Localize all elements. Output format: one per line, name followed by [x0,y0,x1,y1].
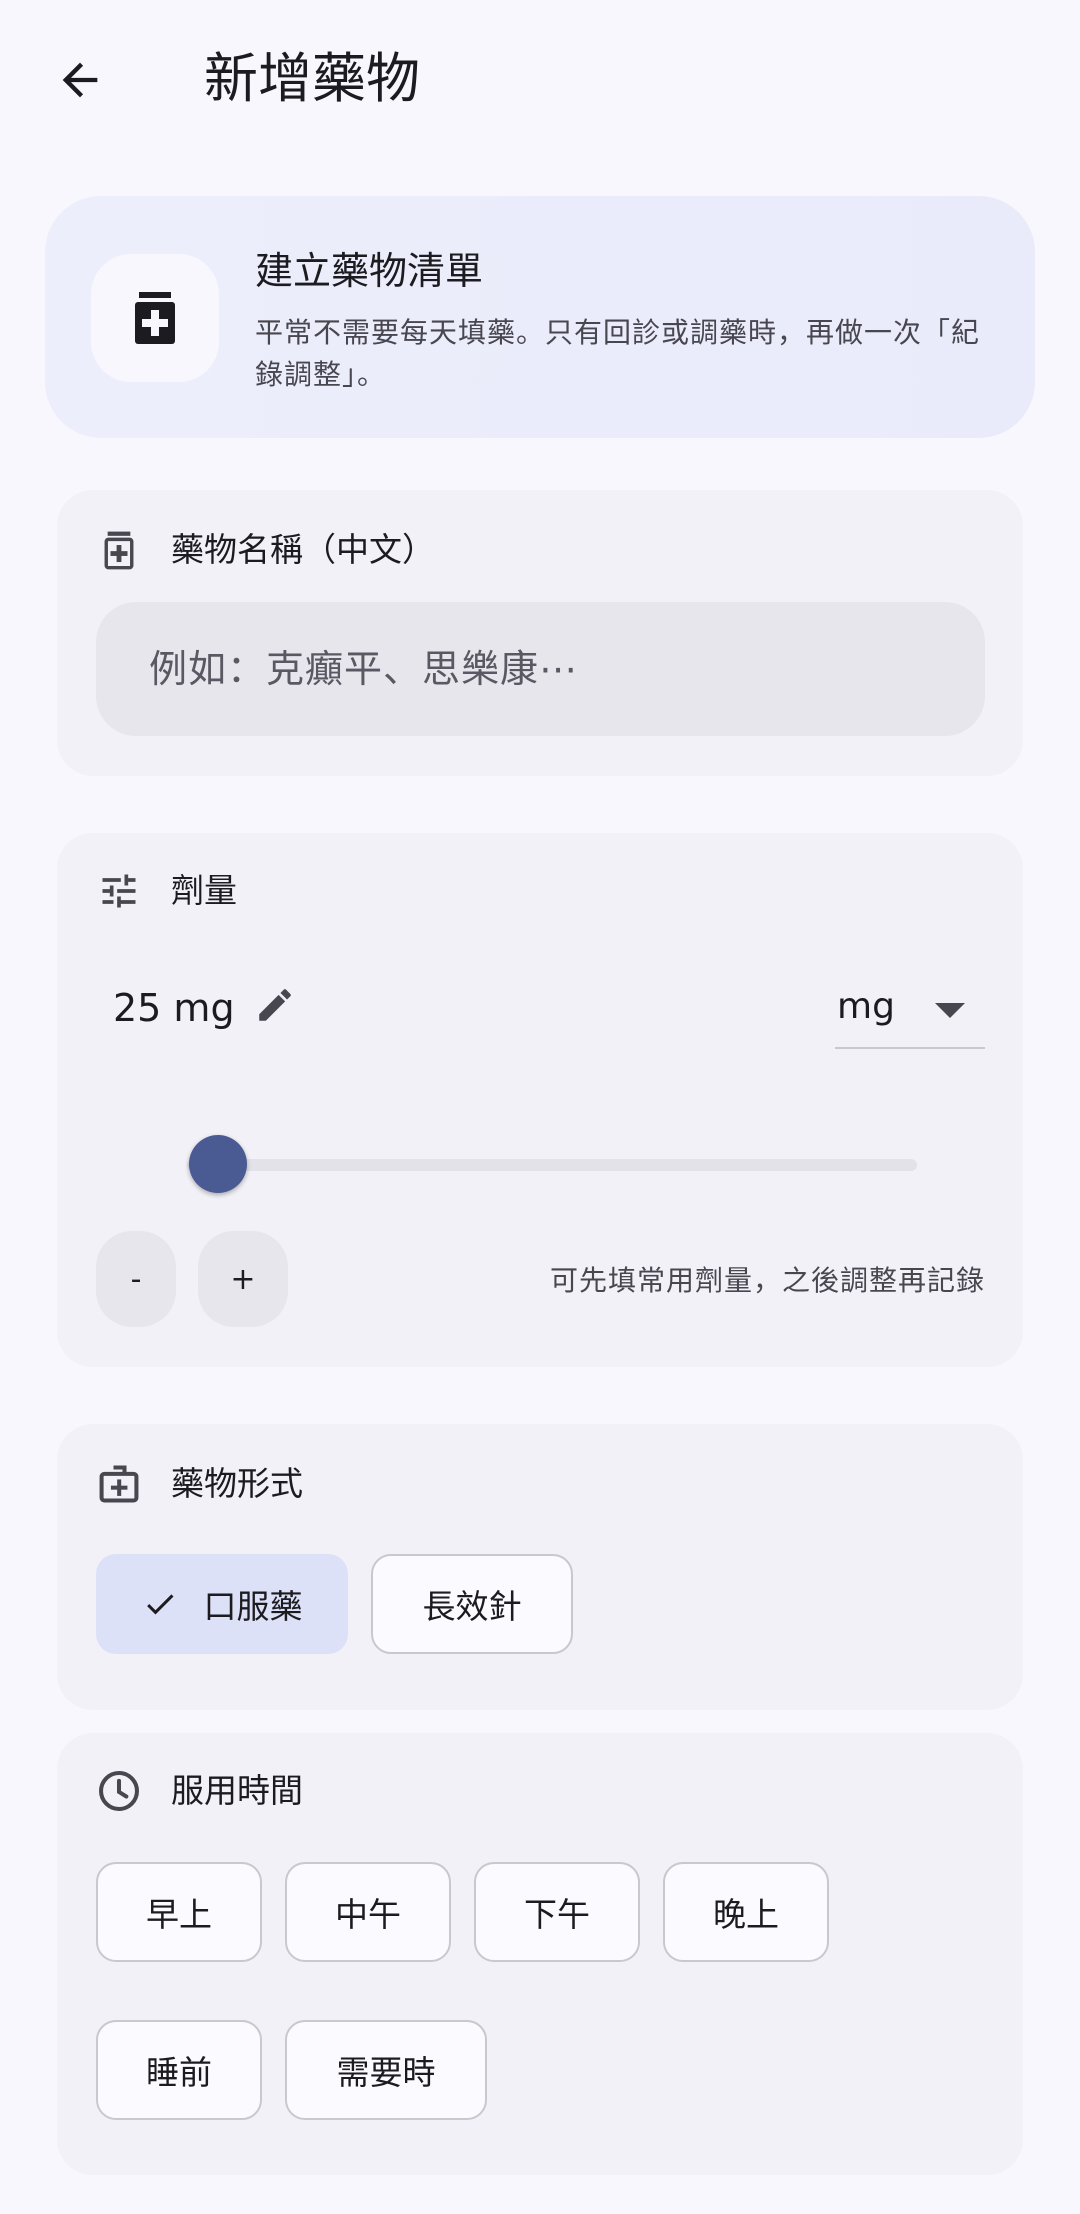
medication-icon [97,528,141,572]
chip-label: 需要時 [336,2053,436,2092]
intro-icon-container [91,254,219,382]
time-option-morning[interactable]: 早上 [96,1862,262,1962]
dosing-time-label: 服用時間 [171,1771,303,1810]
medication-name-input[interactable] [96,602,985,736]
intro-title: 建立藥物清單 [255,249,484,293]
form-option-oral[interactable]: 口服藥 [96,1554,348,1654]
dose-value: 25 mg [113,986,235,1030]
intro-description: 平常不需要每天填藥。只有回診或調藥時，再做一次「紀錄調整」。 [255,316,981,391]
chip-label: 中午 [335,1895,401,1934]
time-option-evening[interactable]: 晚上 [663,1862,829,1962]
chip-label: 下午 [524,1895,590,1934]
chip-label: 長效針 [422,1587,522,1626]
medical-bag-icon [97,1462,141,1506]
arrow-back-icon [62,62,98,98]
medication-form-label: 藥物形式 [171,1464,303,1503]
dropdown-caret-icon [935,1003,965,1018]
page-title: 新增藥物 [204,47,420,110]
time-option-afternoon[interactable]: 下午 [474,1862,640,1962]
chip-label: 早上 [146,1895,212,1934]
intro-card: 建立藥物清單 平常不需要每天填藥。只有回診或調藥時，再做一次「紀錄調整」。 [45,196,1035,438]
time-option-bedtime[interactable]: 睡前 [96,2020,262,2120]
dosing-time-card: 服用時間 早上 中午 下午 晚上 睡前 需要時 [57,1733,1023,2175]
medication-icon [135,292,175,344]
chip-label: 睡前 [146,2053,212,2092]
increase-dose-button[interactable]: + [198,1231,288,1327]
time-option-noon[interactable]: 中午 [285,1862,451,1962]
unit-selected-value: mg [837,986,895,1027]
edit-dose-button[interactable] [253,983,297,1027]
clock-icon [97,1769,141,1813]
dose-slider-thumb[interactable] [188,1135,247,1193]
unit-dropdown[interactable]: mg [835,973,985,1049]
check-icon [142,1586,178,1622]
chip-label: 晚上 [713,1895,779,1934]
tune-icon [97,869,141,913]
dose-hint: 可先填常用劑量，之後調整再記錄 [549,1264,985,1297]
chip-label: 口服藥 [203,1587,303,1626]
dose-card: 劑量 25 mg mg - + 可先填常用劑量，之後調整再記錄 [57,833,1023,1367]
medication-name-label: 藥物名稱（中文） [171,530,435,569]
decrease-dose-button[interactable]: - [96,1231,176,1327]
pencil-icon [259,989,291,1021]
medication-form-card: 藥物形式 口服藥 長效針 [57,1424,1023,1710]
dose-label: 劑量 [171,871,237,910]
back-button[interactable] [40,40,120,120]
time-option-as-needed[interactable]: 需要時 [285,2020,487,2120]
dose-slider-track[interactable] [187,1159,917,1171]
medication-name-card: 藥物名稱（中文） [57,490,1023,776]
form-option-long-acting[interactable]: 長效針 [371,1554,573,1654]
